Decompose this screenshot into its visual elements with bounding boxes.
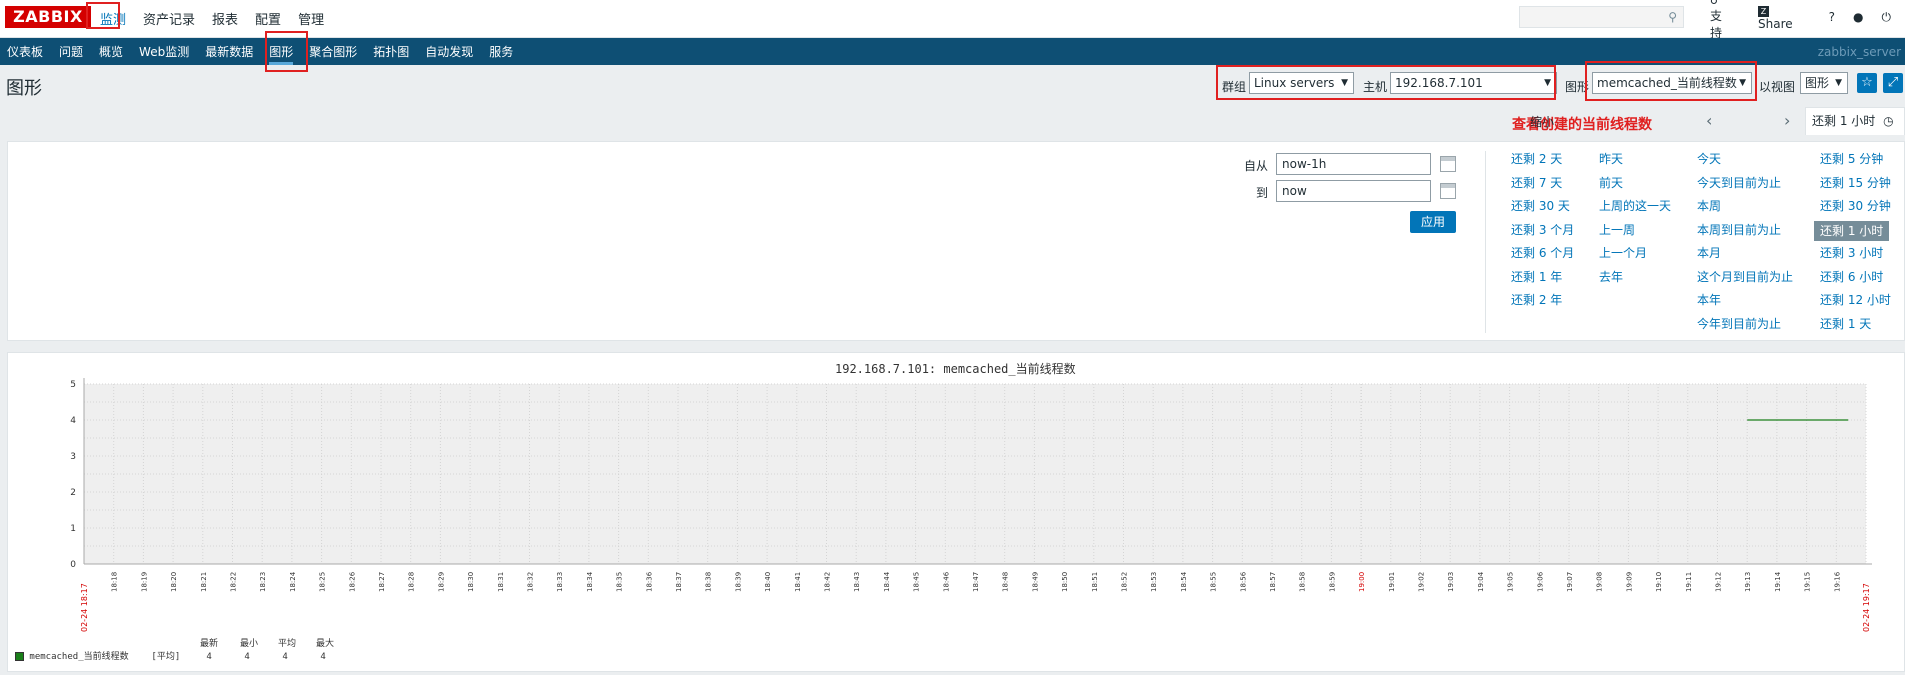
x-tick-label: 18:29 xyxy=(437,572,445,592)
x-tick-label: 19:00 xyxy=(1358,572,1366,592)
x-tick-label: 18:34 xyxy=(586,571,594,592)
y-tick-label: 0 xyxy=(70,560,76,570)
x-tick-label: 18:31 xyxy=(497,572,505,592)
x-tick-label: 18:28 xyxy=(408,572,416,592)
legend-swatch xyxy=(15,652,24,661)
x-tick-label: 18:58 xyxy=(1299,572,1307,592)
x-tick-label: 18:30 xyxy=(467,572,475,592)
x-tick-label: 18:50 xyxy=(1061,572,1069,592)
x-tick-label: 18:21 xyxy=(200,572,208,592)
y-tick-label: 5 xyxy=(70,380,76,390)
x-tick-label: 18:43 xyxy=(853,572,861,592)
x-tick-label: 18:35 xyxy=(616,572,624,592)
x-tick-label: 19:08 xyxy=(1596,572,1604,592)
x-tick-label: 18:55 xyxy=(1210,572,1218,592)
x-tick-label: 18:38 xyxy=(705,572,713,592)
y-tick-label: 3 xyxy=(70,452,76,462)
x-start-label: 02-24 18:17 xyxy=(80,583,89,632)
x-tick-label: 18:44 xyxy=(883,571,891,592)
legend-headers: 最新 最小 平均 最大 xyxy=(200,639,335,649)
x-tick-label: 19:11 xyxy=(1685,572,1693,592)
x-tick-label: 18:27 xyxy=(378,572,386,592)
x-tick-label: 18:53 xyxy=(1150,572,1158,592)
x-tick-label: 19:16 xyxy=(1833,571,1841,592)
x-tick-label: 18:40 xyxy=(764,572,772,592)
x-tick-label: 19:03 xyxy=(1447,572,1455,592)
x-tick-label: 18:39 xyxy=(734,572,742,592)
x-tick-label: 18:59 xyxy=(1328,572,1336,592)
x-tick-label: 18:54 xyxy=(1180,571,1188,592)
y-tick-label: 4 xyxy=(70,416,76,426)
x-tick-label: 18:37 xyxy=(675,572,683,592)
x-tick-label: 18:26 xyxy=(348,571,356,592)
x-tick-label: 19:14 xyxy=(1774,571,1782,592)
x-tick-label: 18:33 xyxy=(556,572,564,592)
x-tick-label: 18:49 xyxy=(1031,572,1039,592)
x-tick-label: 19:15 xyxy=(1804,572,1812,592)
x-tick-label: 18:46 xyxy=(942,571,950,592)
x-tick-label: 18:19 xyxy=(140,572,148,592)
x-tick-label: 18:57 xyxy=(1269,572,1277,592)
x-tick-label: 18:41 xyxy=(794,572,802,592)
x-tick-label: 18:56 xyxy=(1239,571,1247,592)
x-tick-label: 19:06 xyxy=(1536,571,1544,592)
x-tick-label: 19:13 xyxy=(1744,572,1752,592)
legend-row: memcached_当前线程数 [平均] 4 4 4 4 xyxy=(15,649,326,662)
memcached-thread-chart[interactable]: 0 1 2 3 4 5 18:18 18:19 18:20 18:21 18:22 18:23 18:2… xyxy=(0,0,1905,675)
x-tick-label: 18:25 xyxy=(319,572,327,592)
x-tick-label: 18:47 xyxy=(972,572,980,592)
x-tick-label: 18:36 xyxy=(645,571,653,592)
x-tick-label: 18:52 xyxy=(1121,572,1129,592)
x-tick-label: 18:32 xyxy=(527,572,535,592)
x-tick-label: 18:24 xyxy=(289,571,297,592)
x-tick-label: 18:18 xyxy=(111,572,119,592)
x-tick-label: 19:01 xyxy=(1388,572,1396,592)
x-tick-label: 19:04 xyxy=(1477,571,1485,592)
x-tick-label: 18:23 xyxy=(259,572,267,592)
x-tick-label: 18:45 xyxy=(913,572,921,592)
y-tick-label: 2 xyxy=(70,488,76,498)
y-tick-label: 1 xyxy=(70,524,76,534)
x-tick-label: 19:10 xyxy=(1655,572,1663,592)
x-tick-label: 19:09 xyxy=(1625,572,1633,592)
x-tick-label: 18:20 xyxy=(170,572,178,592)
x-tick-label: 19:12 xyxy=(1715,572,1723,592)
x-tick-label: 18:42 xyxy=(824,572,832,592)
x-tick-label: 18:22 xyxy=(230,572,238,592)
x-tick-label: 18:51 xyxy=(1091,572,1099,592)
x-tick-label: 19:07 xyxy=(1566,572,1574,592)
x-tick-label: 18:48 xyxy=(1002,572,1010,592)
x-end-label: 02-24 19:17 xyxy=(1862,583,1871,632)
x-tick-label: 19:05 xyxy=(1507,572,1515,592)
x-tick-label: 19:02 xyxy=(1418,572,1426,592)
